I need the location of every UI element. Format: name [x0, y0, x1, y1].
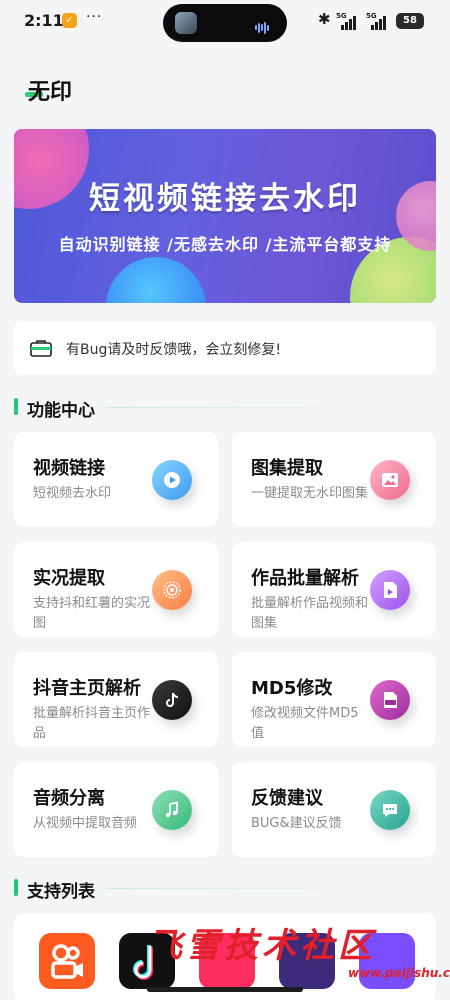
cellular-signal-icon: 5G	[366, 12, 392, 30]
toolbox-icon	[30, 340, 52, 357]
section-header-support: 支持列表	[14, 877, 436, 902]
feature-card-audio-split[interactable]: 音频分离 从视频中提取音频	[14, 762, 218, 857]
notice-bar[interactable]: 有Bug请及时反馈哦，会立刻修复!	[14, 321, 436, 375]
card-subtitle: 批量解析抖音主页作品	[33, 706, 151, 741]
status-bar: 2:11 ✓ ··· ✱ 5G 5G 58	[0, 0, 450, 44]
card-title: 音频分离	[33, 788, 105, 809]
card-subtitle: 修改视频文件MD5值	[251, 706, 359, 741]
bluetooth-icon: ✱	[318, 10, 331, 28]
home-indicator[interactable]	[147, 987, 303, 992]
tiktok-icon	[152, 680, 192, 720]
feature-card-douyin-profile[interactable]: 抖音主页解析 批量解析抖音主页作品	[14, 652, 218, 747]
section-title: 支持列表	[27, 882, 95, 902]
live-photo-icon	[152, 570, 192, 610]
dynamic-island[interactable]	[163, 4, 287, 42]
banner-decoration	[106, 257, 206, 303]
banner-subtitle: 自动识别链接 /无感去水印 /主流平台都支持	[58, 235, 392, 254]
feature-card-md5[interactable]: MD5修改 修改视频文件MD5值	[232, 652, 436, 747]
status-time: 2:11	[24, 11, 64, 30]
card-subtitle: BUG&建议反馈	[251, 816, 342, 831]
card-title: 抖音主页解析	[33, 678, 141, 699]
card-title: 实况提取	[33, 568, 105, 589]
md5-file-icon	[370, 680, 410, 720]
cellular-signal-icon: 5G	[336, 12, 362, 30]
section-accent	[14, 398, 18, 415]
card-title: 作品批量解析	[251, 568, 359, 589]
card-subtitle: 短视频去水印	[33, 486, 112, 501]
card-subtitle: 从视频中提取音频	[33, 816, 138, 831]
card-title: MD5修改	[251, 678, 333, 699]
section-divider	[106, 407, 406, 408]
page-title: 无印	[28, 80, 73, 105]
banner-title: 短视频链接去水印	[89, 181, 361, 217]
section-header-features: 功能中心	[14, 396, 436, 421]
image-icon	[370, 460, 410, 500]
music-icon	[152, 790, 192, 830]
card-title: 反馈建议	[251, 788, 323, 809]
battery-icon: 58	[396, 13, 424, 29]
feature-card-batch-parse[interactable]: 作品批量解析 批量解析作品视频和图集	[232, 542, 436, 637]
feature-card-video-link[interactable]: 视频链接 短视频去水印	[14, 432, 218, 527]
feature-card-live-extract[interactable]: 实况提取 支持抖和红薯的实况图	[14, 542, 218, 637]
audio-wave-icon	[255, 17, 273, 34]
promo-banner[interactable]: 短视频链接去水印 自动识别链接 /无感去水印 /主流平台都支持	[14, 129, 436, 303]
video-file-icon	[370, 570, 410, 610]
card-subtitle: 支持抖和红薯的实况图	[33, 596, 151, 631]
card-title: 视频链接	[33, 458, 105, 479]
feature-card-gallery-extract[interactable]: 图集提取 一键提取无水印图集	[232, 432, 436, 527]
kuaishou-logo[interactable]	[39, 933, 95, 989]
section-divider	[106, 888, 406, 889]
watermark-url: www.paijishu.com	[348, 966, 450, 980]
section-accent	[14, 879, 18, 896]
play-icon	[152, 460, 192, 500]
section-title: 功能中心	[27, 401, 95, 421]
card-subtitle: 批量解析作品视频和图集	[251, 596, 369, 631]
watermark-text: 飞雪技术社区	[148, 926, 376, 966]
chat-icon	[370, 790, 410, 830]
watermark: 飞雪技术社区 www.paijishu.com	[148, 918, 450, 980]
media-thumbnail	[175, 12, 197, 34]
card-title: 图集提取	[251, 458, 323, 479]
notice-text: 有Bug请及时反馈哦，会立刻修复!	[66, 342, 281, 358]
more-notifications-icon: ···	[86, 9, 103, 25]
notification-app-icon: ✓	[62, 13, 77, 28]
card-subtitle: 一键提取无水印图集	[251, 486, 369, 501]
feature-card-feedback[interactable]: 反馈建议 BUG&建议反馈	[232, 762, 436, 857]
